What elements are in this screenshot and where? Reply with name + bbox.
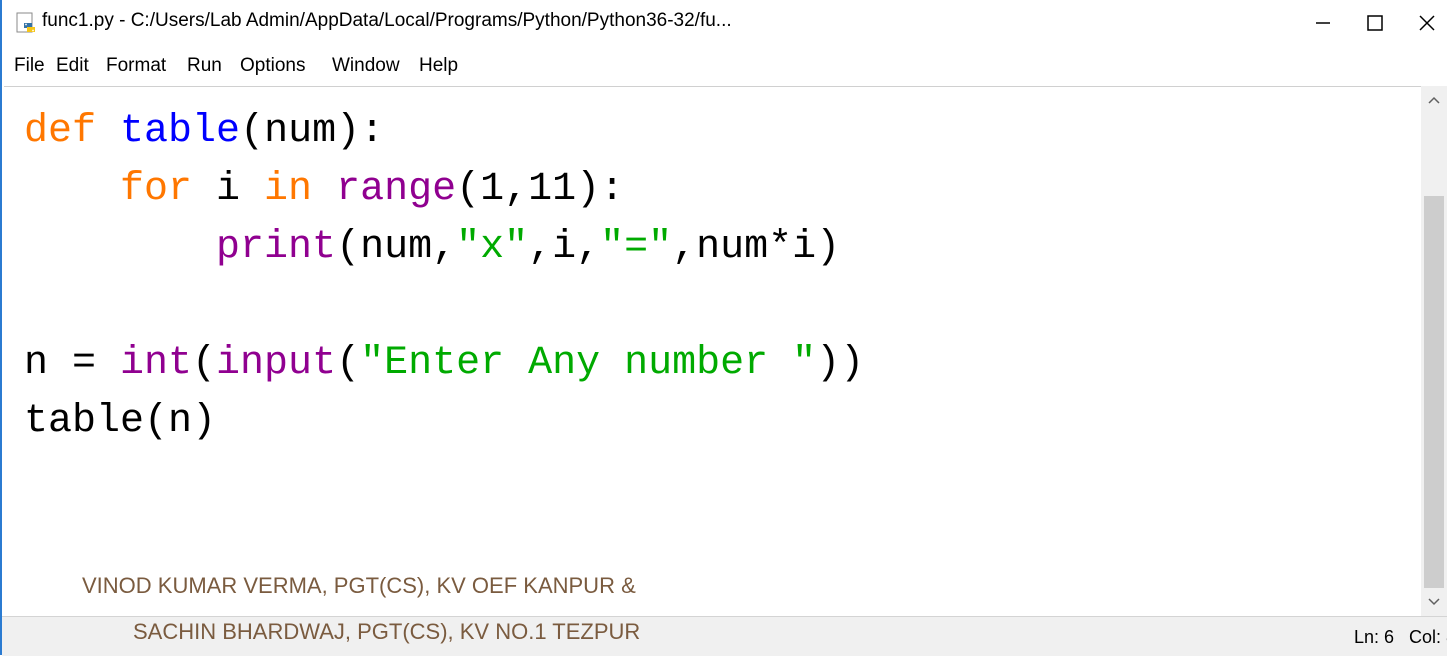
idle-editor-window: func1.py - C:/Users/Lab Admin/AppData/Lo… <box>0 0 1447 656</box>
menu-bar: File Edit Format Run Options Window Help <box>2 46 1447 86</box>
keyword-def: def <box>24 109 97 154</box>
menu-options[interactable]: Options <box>240 55 305 77</box>
close-button[interactable] <box>1396 0 1447 46</box>
string-literal: "=" <box>600 225 673 270</box>
builtin-range: range <box>336 167 457 212</box>
code-token: (num): <box>240 109 385 154</box>
chevron-down-icon <box>1428 598 1440 606</box>
credit-line-2: SACHIN BHARDWAJ, PGT(CS), KV NO.1 TEZPUR <box>133 619 641 644</box>
code-token: ,num*i) <box>672 225 841 270</box>
builtin-print: print <box>216 225 337 270</box>
maximize-icon <box>1367 15 1383 31</box>
python-file-icon <box>16 12 38 34</box>
code-token: table(n) <box>24 399 217 444</box>
cursor-position: Ln: 6 Col: 8 <box>1354 627 1447 647</box>
function-name: table <box>120 109 241 154</box>
code-token: i <box>192 167 265 212</box>
window-title: func1.py - C:/Users/Lab Admin/AppData/Lo… <box>42 10 732 31</box>
builtin-input: input <box>216 341 337 386</box>
code-line-1: def table(num): <box>24 103 864 161</box>
chevron-up-icon <box>1428 96 1440 104</box>
menu-format[interactable]: Format <box>106 55 166 77</box>
code-token: ,i, <box>528 225 601 270</box>
menu-edit[interactable]: Edit <box>56 55 89 77</box>
code-line-3: print(num,"x",i,"=",num*i) <box>24 219 864 277</box>
vertical-scrollbar[interactable] <box>1421 86 1447 616</box>
string-literal: "x" <box>456 225 529 270</box>
keyword-in: in <box>264 167 313 212</box>
credit-line-1: VINOD KUMAR VERMA, PGT(CS), KV OEF KANPU… <box>82 573 636 598</box>
code-token: (1,11): <box>456 167 625 212</box>
code-token: n = <box>24 341 121 386</box>
string-literal: "Enter Any number " <box>360 341 817 386</box>
menu-window[interactable]: Window <box>332 55 400 77</box>
code-line-6: table(n) <box>24 393 864 451</box>
code-editor[interactable]: def table(num): for i in range(1,11): pr… <box>4 86 1421 617</box>
scroll-down-button[interactable] <box>1421 588 1447 616</box>
keyword-for: for <box>120 167 193 212</box>
menu-run[interactable]: Run <box>187 55 222 77</box>
menu-help[interactable]: Help <box>419 55 458 77</box>
scroll-thumb[interactable] <box>1424 196 1444 616</box>
code-token: )) <box>816 341 865 386</box>
code-line-5: n = int(input("Enter Any number ")) <box>24 335 864 393</box>
code-line-2: for i in range(1,11): <box>24 161 864 219</box>
close-icon <box>1419 15 1435 31</box>
minimize-icon <box>1316 22 1330 24</box>
builtin-int: int <box>120 341 193 386</box>
scroll-up-button[interactable] <box>1421 86 1447 114</box>
code-token: ( <box>336 341 361 386</box>
code-text: def table(num): for i in range(1,11): pr… <box>24 103 864 451</box>
title-bar[interactable]: func1.py - C:/Users/Lab Admin/AppData/Lo… <box>2 0 1447 46</box>
code-token: ( <box>192 341 217 386</box>
menu-file[interactable]: File <box>14 55 45 77</box>
code-token: (num, <box>336 225 457 270</box>
